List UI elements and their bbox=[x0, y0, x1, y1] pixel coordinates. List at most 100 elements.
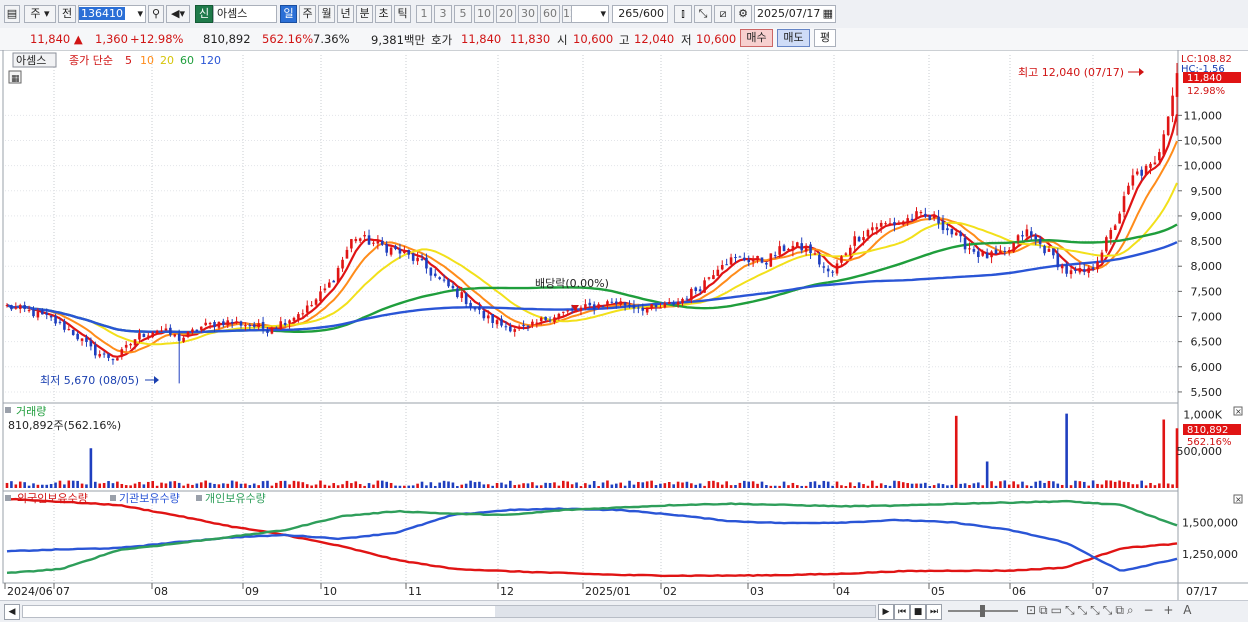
candle-body bbox=[751, 260, 755, 262]
zoom-slider-handle[interactable] bbox=[980, 605, 985, 617]
turnover-rate: 7.36% bbox=[313, 32, 350, 46]
volume-bar bbox=[1131, 484, 1135, 488]
volume-bar bbox=[1118, 480, 1121, 488]
scrollbar-thumb[interactable] bbox=[495, 606, 875, 617]
period-button-0[interactable]: 일 bbox=[280, 5, 297, 23]
volume-bar bbox=[531, 482, 534, 488]
chevron-down-icon[interactable]: ▾ bbox=[137, 6, 143, 22]
interval-button-30[interactable]: 30 bbox=[518, 5, 538, 23]
volume-bar bbox=[972, 483, 976, 488]
x-tick-label: 08 bbox=[154, 585, 168, 598]
volume-bar bbox=[928, 486, 932, 488]
count-field[interactable]: 265/600 bbox=[612, 5, 668, 23]
interval-button-20[interactable]: 20 bbox=[496, 5, 516, 23]
code-input[interactable]: 136410 ▾ bbox=[78, 5, 146, 23]
volume-bar bbox=[447, 481, 450, 488]
volume-bar bbox=[1113, 481, 1117, 488]
stop-icon[interactable]: ■ bbox=[910, 604, 926, 620]
gear-icon[interactable]: ⚙ bbox=[734, 5, 752, 23]
candle-body bbox=[1113, 225, 1117, 231]
candle-body bbox=[818, 254, 821, 265]
candle-body bbox=[888, 223, 892, 226]
indicator-icon[interactable]: ⤡ bbox=[694, 5, 712, 23]
period-button-3[interactable]: 년 bbox=[337, 5, 354, 23]
volume-bar bbox=[946, 485, 949, 488]
volume-bar bbox=[743, 480, 746, 488]
legend-ma120: 120 bbox=[200, 54, 221, 67]
scrollbar-track[interactable] bbox=[22, 605, 876, 618]
volume-bar bbox=[323, 484, 327, 488]
candle-body bbox=[10, 305, 13, 310]
x-tick-label: 10 bbox=[323, 585, 337, 598]
volume-bar bbox=[213, 483, 216, 488]
volume-bar bbox=[18, 481, 22, 488]
chart-menu-icon[interactable]: ▤ bbox=[4, 5, 20, 23]
period-button-5[interactable]: 초 bbox=[375, 5, 392, 23]
stock-chart[interactable]: 5,500 6,000 6,500 7,000 7,500 8,000 8,500 9,000… bbox=[0, 50, 1248, 600]
period-button-4[interactable]: 분 bbox=[356, 5, 373, 23]
sell-button[interactable]: 매도 bbox=[777, 29, 810, 47]
candle-body bbox=[222, 321, 225, 326]
candle-body bbox=[1122, 196, 1126, 212]
buy-button[interactable]: 매수 bbox=[740, 29, 773, 47]
date-value: 2025/07/17 bbox=[757, 7, 821, 20]
candle-body bbox=[32, 309, 35, 317]
candle-body bbox=[773, 255, 777, 257]
volume-bar bbox=[1016, 484, 1020, 488]
jump-end-icon[interactable]: ⏭ bbox=[926, 604, 942, 620]
candle-body bbox=[495, 320, 499, 325]
candle-body bbox=[14, 307, 18, 309]
interval-button-1[interactable]: 1 bbox=[416, 5, 432, 23]
period-button-6[interactable]: 틱 bbox=[394, 5, 411, 23]
drawing-tools-icon[interactable]: ⊡⧉▭⤡⤡⤡⤡⧉⌕ − + A bbox=[1026, 603, 1194, 618]
candle-body bbox=[1047, 248, 1051, 252]
date-field[interactable]: 2025/07/17 ▦ bbox=[754, 5, 836, 23]
interval-button-5[interactable]: 5 bbox=[454, 5, 472, 23]
average-button[interactable]: 평 bbox=[814, 29, 836, 47]
price-tick-label: 8,000 bbox=[1191, 260, 1223, 273]
speaker-icon[interactable]: ◀▾ bbox=[166, 5, 190, 23]
bid-price: 11,830 bbox=[510, 32, 551, 46]
volume-bar bbox=[41, 484, 44, 488]
candle-body bbox=[230, 321, 234, 324]
candle-body bbox=[76, 333, 79, 340]
scroll-right-icon[interactable]: ▶ bbox=[878, 604, 894, 620]
interval-button-10[interactable]: 10 bbox=[474, 5, 494, 23]
jump-start-icon[interactable]: ⏮ bbox=[894, 604, 910, 620]
scroll-left-icon[interactable]: ◀ bbox=[4, 604, 20, 620]
prev-button[interactable]: 전 bbox=[58, 5, 76, 23]
count-value: 265 bbox=[618, 7, 640, 20]
interval-button-3[interactable]: 3 bbox=[434, 5, 452, 23]
volume-bar bbox=[592, 481, 596, 488]
volume-bar bbox=[566, 481, 570, 488]
candle-body bbox=[314, 299, 318, 305]
search-icon[interactable]: ⚲ bbox=[148, 5, 164, 23]
volume-bar bbox=[460, 484, 464, 488]
candle-body bbox=[968, 248, 971, 250]
calendar-icon[interactable]: ▦ bbox=[823, 6, 833, 22]
volume-bar bbox=[1140, 480, 1143, 488]
candle-body bbox=[504, 326, 508, 328]
volume-bar bbox=[208, 482, 212, 488]
candle-body bbox=[553, 317, 556, 322]
market-select[interactable]: 주 ▾ bbox=[24, 5, 56, 23]
volume-panel-handle-icon[interactable] bbox=[5, 407, 11, 413]
interval-select[interactable]: ▾ bbox=[571, 5, 609, 23]
candle-body bbox=[999, 251, 1002, 253]
current-pct-tag: 12.98% bbox=[1187, 86, 1225, 97]
candle-body bbox=[597, 304, 600, 308]
volume-bar bbox=[1122, 481, 1126, 488]
volume-bar bbox=[1056, 483, 1060, 488]
candle-body bbox=[910, 218, 914, 220]
zoom-slider[interactable] bbox=[948, 605, 1018, 617]
overlay-icon[interactable]: ⧄ bbox=[714, 5, 732, 23]
quote-info-bar: 11,840 ▲ 1,360 +12.98% 810,892 562.16% 7… bbox=[0, 28, 1248, 51]
holdings-panel-handle-icon[interactable] bbox=[5, 495, 11, 501]
candle-body bbox=[182, 337, 185, 342]
volume-bar bbox=[438, 482, 441, 488]
period-button-2[interactable]: 월 bbox=[318, 5, 335, 23]
stock-name-field[interactable]: 아셈스 bbox=[213, 5, 277, 23]
interval-button-60[interactable]: 60 bbox=[540, 5, 560, 23]
candle-type-icon[interactable]: ⫾ bbox=[674, 5, 692, 23]
period-button-1[interactable]: 주 bbox=[299, 5, 316, 23]
